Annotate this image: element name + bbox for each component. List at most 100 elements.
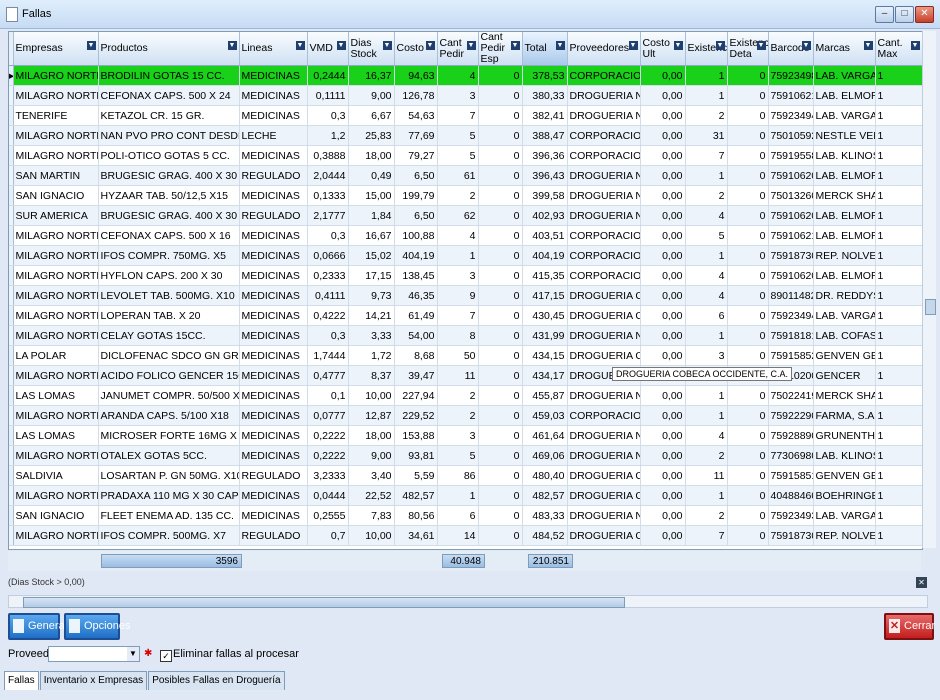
table-cell: NAN PVO PRO CONT DESDE 6 M... <box>98 125 240 146</box>
table-row[interactable]: MILAGRO NORTE IFOS COMPR. 750MG. X5 MEDICI… <box>9 245 922 266</box>
tab-1[interactable]: Inventario x Empresas <box>39 671 148 690</box>
table-cell: LAB. VARGA... <box>813 305 876 326</box>
table-cell: 75923498... <box>768 65 814 86</box>
opciones-button[interactable]: Opciones <box>64 613 130 640</box>
fallas-grid[interactable]: Empresas ▼ Productos ▼ Lineas ▼ VMD ▼ Dias Stock… <box>8 31 923 550</box>
cerrar-button[interactable]: ✕ Cerrar <box>884 613 935 640</box>
table-row[interactable]: MILAGRO NORTE POLI-OTICO GOTAS 5 CC. MEDIC… <box>9 145 922 166</box>
table-row[interactable]: MILAGRO NORTE HYFLON CAPS. 200 X 30 MEDICI… <box>9 265 922 286</box>
table-cell: 1 <box>875 125 922 146</box>
table-cell: MILAGRO NORTE <box>13 285 99 306</box>
table-cell: 15,02 <box>348 245 395 266</box>
chevron-down-icon[interactable]: ▼ <box>127 647 139 661</box>
table-row[interactable]: MILAGRO NORTE CELAY GOTAS 15CC. MEDICINAS 0… <box>9 325 922 346</box>
eliminar-fallas-checkbox[interactable]: ✓ <box>160 650 172 662</box>
table-row[interactable]: MILAGRO NORTENAN PVO PRO CONT DESDE 6 M.… <box>9 125 922 146</box>
table-row[interactable]: MILAGRO NORTE CEFONAX CAPS. 500 X 24 MEDIC… <box>9 85 922 106</box>
maximize-button[interactable]: □ <box>895 6 914 23</box>
table-row[interactable]: SAN MARTIN BRUGESIC GRAG. 400 X 30 REGULAD… <box>9 165 922 186</box>
column-header-8[interactable]: Total ▼ <box>522 32 568 66</box>
minimize-button[interactable]: – <box>875 6 894 23</box>
column-header-12[interactable]: Existencia Deta▼ <box>727 32 769 66</box>
table-row[interactable]: ▸MILAGRO NORTEBRODILIN GOTAS 15 CC.MEDIC… <box>9 65 922 86</box>
table-row[interactable]: SUR AMERICA BRUGESIC GRAG. 400 X 30 REGULA… <box>9 205 922 226</box>
table-row[interactable]: SAN IGNACIO FLEET ENEMA AD. 135 CC. MEDICI… <box>9 505 922 526</box>
table-cell: 0 <box>727 425 769 446</box>
table-cell: GENVEN GE... <box>813 465 876 486</box>
filter-dropdown-icon[interactable]: ▼ <box>555 41 565 50</box>
column-header-7[interactable]: Cant Pedir Esp ▼ <box>478 32 523 66</box>
hscroll-thumb[interactable] <box>23 597 625 608</box>
column-header-3[interactable]: VMD ▼ <box>307 32 349 66</box>
filter-dropdown-icon[interactable]: ▼ <box>86 41 96 50</box>
filter-dropdown-icon[interactable]: ▼ <box>863 41 873 50</box>
table-row[interactable]: MILAGRO NORTE IFOS COMPR. 500MG. X7 REGULA… <box>9 525 922 546</box>
table-cell: 25,83 <box>348 125 395 146</box>
column-header-14[interactable]: Marcas ▼ <box>813 32 876 66</box>
table-row[interactable]: SALDIVIA LOSARTAN P. GN 50MG. X10 REGULADO… <box>9 465 922 486</box>
table-row[interactable]: LA POLARDICLOFENAC SDCO GN GRAG X20MEDIC… <box>9 345 922 366</box>
column-header-11[interactable]: Existencia▼ <box>685 32 728 66</box>
column-header-6[interactable]: Cant Pedir ▼ <box>437 32 479 66</box>
table-row[interactable]: MILAGRO NORTE CEFONAX CAPS. 500 X 16 MEDIC… <box>9 225 922 246</box>
close-window-button[interactable]: ✕ <box>915 6 934 23</box>
table-cell: 100,88 <box>394 225 438 246</box>
table-cell: 1 <box>685 245 728 266</box>
table-row[interactable]: MILAGRO NORTE LOPERAN TAB. X 20 MEDICINAS 0… <box>9 305 922 326</box>
table-cell: LOPERAN TAB. X 20 <box>98 305 240 326</box>
filter-dropdown-icon[interactable]: ▼ <box>510 41 520 50</box>
table-row[interactable]: TENERIFE KETAZOL CR. 15 GR. MEDICINAS 0,3 6,… <box>9 105 922 126</box>
table-row[interactable]: MILAGRO NORTE ARANDA CAPS. 5/100 X18 MEDIC… <box>9 405 922 426</box>
table-row[interactable]: MILAGRO NORTE LEVOLET TAB. 500MG. X10 MEDI… <box>9 285 922 306</box>
table-cell: DROGUERIA N... <box>567 185 641 206</box>
column-header-4[interactable]: Dias Stock ▼ <box>348 32 395 66</box>
table-cell: MILAGRO NORTE <box>13 445 99 466</box>
table-cell: MILAGRO NORTE <box>13 525 99 546</box>
filter-dropdown-icon[interactable]: ▼ <box>425 41 435 50</box>
table-cell: MEDICINAS <box>239 65 308 86</box>
column-header-0[interactable]: Empresas ▼ <box>13 32 99 66</box>
table-cell: LAB. KLINOS,... <box>813 145 876 166</box>
table-cell: 0 <box>727 205 769 226</box>
filter-dropdown-icon[interactable]: ▼ <box>227 41 237 50</box>
column-header-13[interactable]: Barcode ▼ <box>768 32 814 66</box>
vertical-scrollbar[interactable] <box>922 31 936 548</box>
column-header-15[interactable]: Cant. Max ▼ <box>875 32 922 66</box>
table-cell: 61 <box>437 165 479 186</box>
table-row[interactable]: LAS LOMASMICROSER FORTE 16MG X 20TABMEDI… <box>9 425 922 446</box>
table-cell: 1 <box>685 405 728 426</box>
filter-dropdown-icon[interactable]: ▼ <box>466 41 476 50</box>
table-row[interactable]: LAS LOMAS JANUMET COMPR. 50/500 X28 MEDICI… <box>9 385 922 406</box>
filter-dropdown-icon[interactable]: ▼ <box>756 41 766 50</box>
proveedor-select[interactable]: ▼ <box>48 646 140 662</box>
filter-dropdown-icon[interactable]: ▼ <box>295 41 305 50</box>
tab-0[interactable]: Fallas <box>4 671 39 690</box>
table-cell: 77,69 <box>394 125 438 146</box>
filter-dropdown-icon[interactable]: ▼ <box>382 41 392 50</box>
filter-dropdown-icon[interactable]: ▼ <box>673 41 683 50</box>
column-header-10[interactable]: Costo Ult ▼ <box>640 32 686 66</box>
table-cell: 4 <box>437 65 479 86</box>
filter-dropdown-icon[interactable]: ▼ <box>715 41 725 50</box>
clear-filter-icon[interactable]: ✕ <box>916 577 927 588</box>
filter-dropdown-icon[interactable]: ▼ <box>628 41 638 50</box>
generar-button[interactable]: Generar <box>8 613 68 640</box>
table-cell: 31 <box>685 125 728 146</box>
column-header-9[interactable]: Proveedores ▼ <box>567 32 641 66</box>
table-row[interactable]: SAN IGNACIO HYZAAR TAB. 50/12,5 X15 MEDICI… <box>9 185 922 206</box>
filter-dropdown-icon[interactable]: ▼ <box>910 41 920 50</box>
table-cell: MEDICINAS <box>239 405 308 426</box>
filter-dropdown-icon[interactable]: ▼ <box>801 41 811 50</box>
filter-dropdown-icon[interactable]: ▼ <box>336 41 346 50</box>
column-header-2[interactable]: Lineas ▼ <box>239 32 308 66</box>
table-row[interactable]: MILAGRO NORTE PRADAXA 110 MG X 30 CAP MEDI… <box>9 485 922 506</box>
table-cell: 0 <box>727 325 769 346</box>
table-cell: 0 <box>478 85 523 106</box>
column-header-5[interactable]: Costo ▼ <box>394 32 438 66</box>
table-row[interactable]: MILAGRO NORTE OTALEX GOTAS 5CC. MEDICINAS 0… <box>9 445 922 466</box>
column-header-1[interactable]: Productos ▼ <box>98 32 240 66</box>
table-cell: 6,50 <box>394 205 438 226</box>
horizontal-scrollbar[interactable] <box>8 595 928 608</box>
tab-2[interactable]: Posibles Fallas en Droguería <box>148 671 285 690</box>
vscroll-thumb[interactable] <box>925 299 936 315</box>
